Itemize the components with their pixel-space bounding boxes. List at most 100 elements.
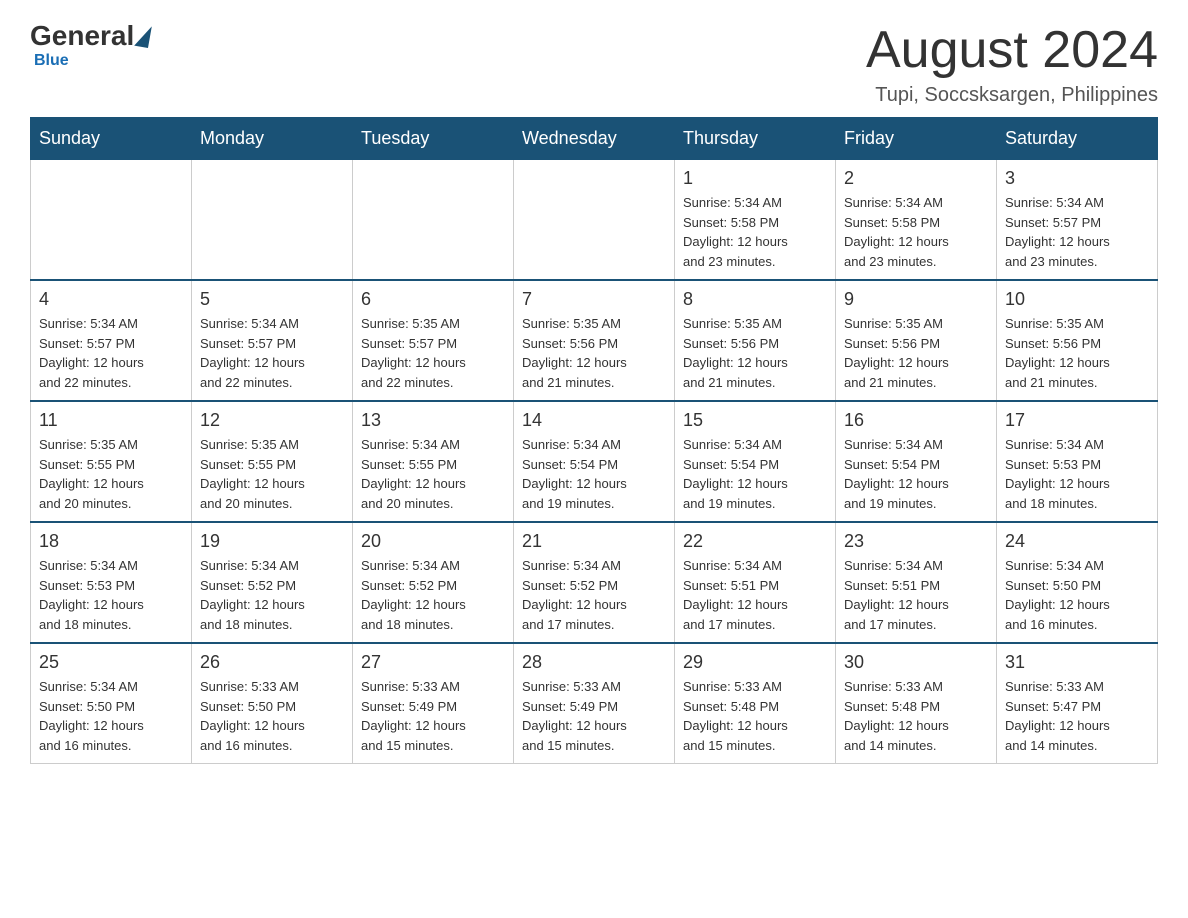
calendar-cell: 12 Sunrise: 5:35 AMSunset: 5:55 PMDayligh…: [192, 401, 353, 522]
calendar-cell: 8 Sunrise: 5:35 AMSunset: 5:56 PMDaylight…: [675, 280, 836, 401]
day-info: Sunrise: 5:35 AMSunset: 5:56 PMDaylight:…: [683, 314, 827, 392]
logo: General Blue: [30, 20, 152, 70]
day-number: 2: [844, 168, 988, 189]
day-number: 26: [200, 652, 344, 673]
calendar-cell: [514, 160, 675, 281]
day-info: Sunrise: 5:33 AMSunset: 5:47 PMDaylight:…: [1005, 677, 1149, 755]
weekday-header-sunday: Sunday: [31, 118, 192, 160]
calendar-cell: 6Sunrise: 5:35 AMSunset: 5:57 PMDaylight…: [353, 280, 514, 401]
day-number: 21: [522, 531, 666, 552]
day-number: 14: [522, 410, 666, 431]
day-info: Sunrise: 5:35 AMSunset: 5:56 PMDaylight:…: [522, 314, 666, 392]
calendar-cell: 17Sunrise: 5:34 AMSunset: 5:53 PMDayligh…: [997, 401, 1158, 522]
day-number: 1: [683, 168, 827, 189]
day-info: Sunrise: 5:34 AMSunset: 5:58 PMDaylight:…: [683, 193, 827, 271]
day-number: 22: [683, 531, 827, 552]
day-info: Sunrise: 5:34 AMSunset: 5:55 PMDaylight:…: [361, 435, 505, 513]
calendar-week-row: 18 Sunrise: 5:34 AMSunset: 5:53 PMDayligh…: [31, 522, 1158, 643]
calendar-cell: 9 Sunrise: 5:35 AMSunset: 5:56 PMDaylight…: [836, 280, 997, 401]
day-info: Sunrise: 5:33 AMSunset: 5:50 PMDaylight:…: [200, 677, 344, 755]
calendar-cell: 4Sunrise: 5:34 AMSunset: 5:57 PMDaylight…: [31, 280, 192, 401]
day-number: 3: [1005, 168, 1149, 189]
day-number: 16: [844, 410, 988, 431]
day-number: 20: [361, 531, 505, 552]
calendar-cell: 31 Sunrise: 5:33 AMSunset: 5:47 PMDayligh…: [997, 643, 1158, 764]
day-number: 17: [1005, 410, 1149, 431]
calendar-cell: [353, 160, 514, 281]
day-number: 25: [39, 652, 183, 673]
day-info: Sunrise: 5:34 AMSunset: 5:58 PMDaylight:…: [844, 193, 988, 271]
calendar-cell: 10 Sunrise: 5:35 AMSunset: 5:56 PMDayligh…: [997, 280, 1158, 401]
day-info: Sunrise: 5:34 AMSunset: 5:50 PMDaylight:…: [39, 677, 183, 755]
logo-blue-text: Blue: [34, 52, 69, 69]
calendar-cell: 3 Sunrise: 5:34 AMSunset: 5:57 PMDaylight…: [997, 160, 1158, 281]
day-number: 5: [200, 289, 344, 310]
calendar-cell: 23 Sunrise: 5:34 AMSunset: 5:51 PMDayligh…: [836, 522, 997, 643]
calendar-cell: 16 Sunrise: 5:34 AMSunset: 5:54 PMDayligh…: [836, 401, 997, 522]
day-number: 30: [844, 652, 988, 673]
weekday-header-saturday: Saturday: [997, 118, 1158, 160]
calendar-week-row: 4Sunrise: 5:34 AMSunset: 5:57 PMDaylight…: [31, 280, 1158, 401]
calendar-cell: 24Sunrise: 5:34 AMSunset: 5:50 PMDayligh…: [997, 522, 1158, 643]
calendar-cell: 7 Sunrise: 5:35 AMSunset: 5:56 PMDaylight…: [514, 280, 675, 401]
day-info: Sunrise: 5:34 AMSunset: 5:51 PMDaylight:…: [844, 556, 988, 634]
calendar-cell: 11 Sunrise: 5:35 AMSunset: 5:55 PMDayligh…: [31, 401, 192, 522]
month-title: August 2024: [866, 20, 1158, 80]
calendar-cell: 21 Sunrise: 5:34 AMSunset: 5:52 PMDayligh…: [514, 522, 675, 643]
title-area: August 2024 Tupi, Soccsksargen, Philippi…: [866, 20, 1158, 107]
day-info: Sunrise: 5:34 AMSunset: 5:52 PMDaylight:…: [200, 556, 344, 634]
calendar-cell: 25 Sunrise: 5:34 AMSunset: 5:50 PMDayligh…: [31, 643, 192, 764]
calendar-cell: 15 Sunrise: 5:34 AMSunset: 5:54 PMDayligh…: [675, 401, 836, 522]
day-number: 7: [522, 289, 666, 310]
calendar-cell: 1 Sunrise: 5:34 AMSunset: 5:58 PMDaylight…: [675, 160, 836, 281]
day-info: Sunrise: 5:35 AMSunset: 5:56 PMDaylight:…: [844, 314, 988, 392]
calendar-cell: 27 Sunrise: 5:33 AMSunset: 5:49 PMDayligh…: [353, 643, 514, 764]
day-info: Sunrise: 5:34 AMSunset: 5:51 PMDaylight:…: [683, 556, 827, 634]
calendar-cell: 30 Sunrise: 5:33 AMSunset: 5:48 PMDayligh…: [836, 643, 997, 764]
day-info: Sunrise: 5:33 AMSunset: 5:49 PMDaylight:…: [361, 677, 505, 755]
day-number: 18: [39, 531, 183, 552]
day-number: 10: [1005, 289, 1149, 310]
calendar-table: SundayMondayTuesdayWednesdayThursdayFrid…: [30, 117, 1158, 764]
day-info: Sunrise: 5:34 AMSunset: 5:54 PMDaylight:…: [844, 435, 988, 513]
day-info: Sunrise: 5:34 AMSunset: 5:52 PMDaylight:…: [522, 556, 666, 634]
weekday-header-thursday: Thursday: [675, 118, 836, 160]
day-number: 31: [1005, 652, 1149, 673]
day-info: Sunrise: 5:33 AMSunset: 5:49 PMDaylight:…: [522, 677, 666, 755]
day-info: Sunrise: 5:34 AMSunset: 5:53 PMDaylight:…: [39, 556, 183, 634]
calendar-cell: 19 Sunrise: 5:34 AMSunset: 5:52 PMDayligh…: [192, 522, 353, 643]
day-number: 8: [683, 289, 827, 310]
day-number: 27: [361, 652, 505, 673]
day-number: 19: [200, 531, 344, 552]
location-subtitle: Tupi, Soccsksargen, Philippines: [866, 84, 1158, 107]
day-info: Sunrise: 5:33 AMSunset: 5:48 PMDaylight:…: [844, 677, 988, 755]
day-number: 29: [683, 652, 827, 673]
day-number: 28: [522, 652, 666, 673]
weekday-header-monday: Monday: [192, 118, 353, 160]
weekday-header-tuesday: Tuesday: [353, 118, 514, 160]
day-number: 24: [1005, 531, 1149, 552]
day-number: 6: [361, 289, 505, 310]
weekday-header-wednesday: Wednesday: [514, 118, 675, 160]
day-info: Sunrise: 5:34 AMSunset: 5:57 PMDaylight:…: [1005, 193, 1149, 271]
logo-triangle-icon: [134, 24, 152, 48]
calendar-cell: 13 Sunrise: 5:34 AMSunset: 5:55 PMDayligh…: [353, 401, 514, 522]
day-info: Sunrise: 5:35 AMSunset: 5:55 PMDaylight:…: [200, 435, 344, 513]
day-info: Sunrise: 5:34 AMSunset: 5:54 PMDaylight:…: [683, 435, 827, 513]
day-info: Sunrise: 5:34 AMSunset: 5:54 PMDaylight:…: [522, 435, 666, 513]
day-number: 9: [844, 289, 988, 310]
page-header: General Blue August 2024 Tupi, Soccsksar…: [30, 20, 1158, 107]
calendar-cell: 29Sunrise: 5:33 AMSunset: 5:48 PMDayligh…: [675, 643, 836, 764]
day-number: 23: [844, 531, 988, 552]
day-info: Sunrise: 5:35 AMSunset: 5:55 PMDaylight:…: [39, 435, 183, 513]
calendar-cell: 14 Sunrise: 5:34 AMSunset: 5:54 PMDayligh…: [514, 401, 675, 522]
day-number: 13: [361, 410, 505, 431]
calendar-cell: 5Sunrise: 5:34 AMSunset: 5:57 PMDaylight…: [192, 280, 353, 401]
day-number: 15: [683, 410, 827, 431]
calendar-cell: 2 Sunrise: 5:34 AMSunset: 5:58 PMDaylight…: [836, 160, 997, 281]
day-number: 11: [39, 410, 183, 431]
day-info: Sunrise: 5:35 AMSunset: 5:56 PMDaylight:…: [1005, 314, 1149, 392]
day-number: 12: [200, 410, 344, 431]
calendar-week-row: 11 Sunrise: 5:35 AMSunset: 5:55 PMDayligh…: [31, 401, 1158, 522]
day-info: Sunrise: 5:34 AMSunset: 5:57 PMDaylight:…: [39, 314, 183, 392]
